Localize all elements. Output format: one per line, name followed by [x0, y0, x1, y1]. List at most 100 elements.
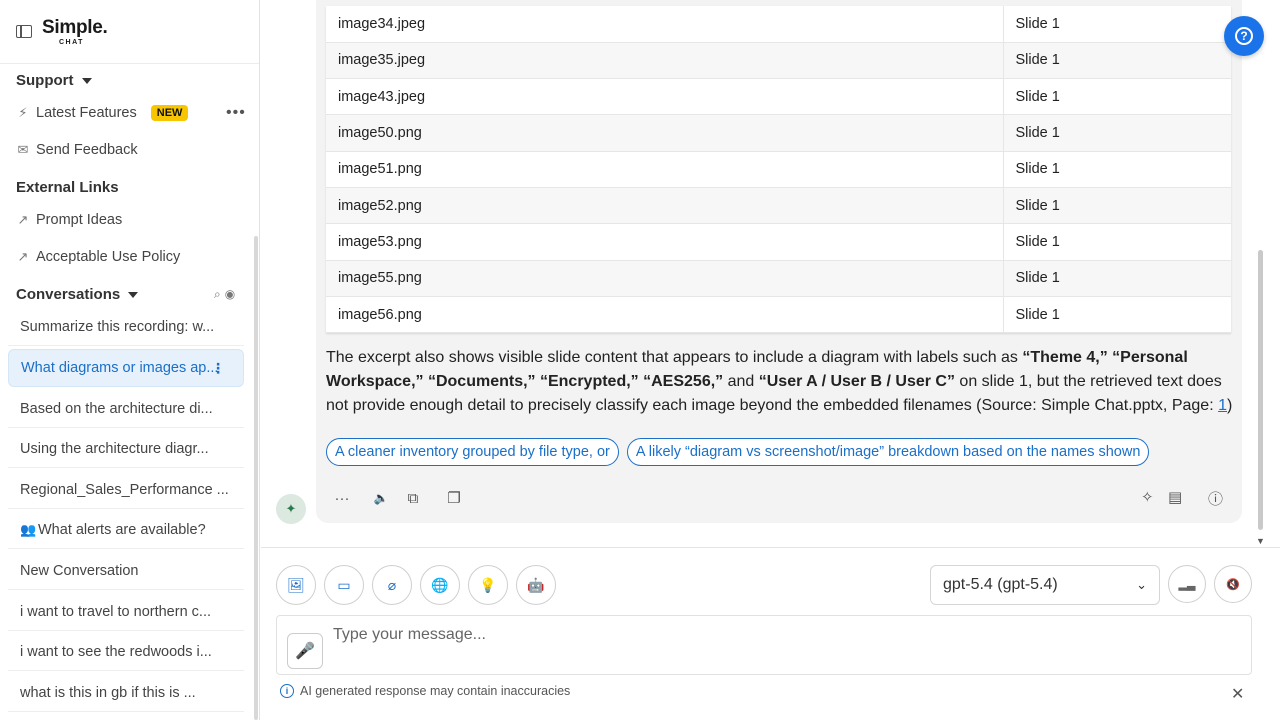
- sparkle-icon[interactable]: ✧: [1141, 488, 1154, 506]
- image-upload-button[interactable]: 🖼: [276, 565, 316, 605]
- web-search-button[interactable]: 🌐: [420, 565, 460, 605]
- conversation-item[interactable]: what is this in gb if this is ...: [8, 674, 244, 712]
- external-links-title: External Links: [16, 179, 119, 196]
- table-cell-slide: Slide 1: [1002, 78, 1231, 116]
- main-panel: image34.jpeg Slide 1 image35.jpeg Slide 1 …: [261, 0, 1280, 720]
- sidebar-header: Simple. CHAT: [0, 0, 259, 64]
- lightbulb-icon: 💡: [479, 576, 497, 593]
- conversation-item[interactable]: 👥 What alerts are available?: [8, 511, 244, 549]
- model-select-value: gpt-5.4 (gpt-5.4): [943, 576, 1058, 593]
- logo-main-text: Simple.: [42, 16, 108, 38]
- search-icon[interactable]: ⌕: [214, 287, 221, 302]
- info-icon[interactable]: ⓘ: [1208, 488, 1223, 509]
- table-cell-slide: Slide 1: [1002, 260, 1231, 297]
- assistant-avatar-icon: ✦: [276, 494, 306, 524]
- globe-icon: 🌐: [431, 576, 449, 593]
- close-icon[interactable]: ✕: [1231, 684, 1244, 704]
- prompt-ideas-link[interactable]: ↗ Prompt Ideas: [16, 212, 123, 228]
- suggestion-chip[interactable]: A cleaner inventory grouped by file type…: [326, 438, 619, 466]
- more-options-icon[interactable]: •••: [226, 104, 246, 122]
- message-paragraph: The excerpt also shows visible slide con…: [326, 346, 1236, 418]
- copy-icon[interactable]: ⧉: [403, 488, 423, 508]
- app-logo[interactable]: Simple. CHAT: [42, 16, 108, 46]
- attach-file-button[interactable]: ⌀: [372, 565, 412, 605]
- message-input[interactable]: 🎤 Type your message...: [276, 615, 1252, 675]
- table-cell-slide: Slide 1: [1002, 151, 1231, 188]
- table-cell-filename: image51.png: [326, 151, 1003, 188]
- robot-icon: 🤖: [527, 576, 545, 593]
- info-icon: i: [280, 684, 294, 698]
- sidebar: Simple. CHAT Support ⚡ Latest Features N…: [0, 0, 260, 720]
- main-scrollbar[interactable]: [1258, 250, 1263, 530]
- table-row: image53.png Slide 1: [326, 223, 1231, 261]
- send-feedback-link[interactable]: ✉ Send Feedback: [16, 142, 138, 158]
- logo-sub-text: CHAT: [59, 38, 84, 46]
- external-links-label: External Links: [16, 179, 119, 196]
- voice-level-button[interactable]: ▂▃: [1168, 565, 1206, 603]
- disclaimer-text: AI generated response may contain inaccu…: [300, 684, 571, 698]
- question-icon: ?: [1235, 27, 1253, 45]
- agent-button[interactable]: 🤖: [516, 565, 556, 605]
- eye-icon[interactable]: ◉: [225, 287, 235, 302]
- audio-level-icon: ▂▃: [1178, 578, 1196, 591]
- table-cell-slide: Slide 1: [1002, 187, 1231, 225]
- conversation-tools: ⌕ ◉: [214, 287, 235, 302]
- conversations-section-toggle[interactable]: Conversations: [16, 286, 139, 303]
- table-cell-filename: image56.png: [326, 296, 1003, 334]
- prompt-ideas-label: Prompt Ideas: [36, 212, 123, 228]
- conversation-item[interactable]: Based on the architecture di...: [8, 390, 244, 428]
- microphone-button[interactable]: 🎤: [287, 633, 323, 669]
- support-title: Support: [16, 72, 74, 89]
- latest-features-link[interactable]: ⚡ Latest Features NEW: [16, 105, 189, 121]
- document-icon: ▭: [337, 576, 351, 593]
- kebab-menu-icon[interactable]: ⋮: [211, 360, 225, 377]
- table-cell-filename: image52.png: [326, 187, 1003, 225]
- table-row: image52.png Slide 1: [326, 187, 1231, 225]
- table-row: image34.jpeg Slide 1: [326, 6, 1231, 43]
- conversation-item[interactable]: i want to see the redwoods i...: [8, 633, 244, 671]
- conversation-item[interactable]: Regional_Sales_Performance ...: [8, 471, 244, 509]
- table-row: image35.jpeg Slide 1: [326, 42, 1231, 80]
- acceptable-use-link[interactable]: ↗ Acceptable Use Policy: [16, 249, 181, 265]
- speaker-icon[interactable]: 🔈: [371, 488, 391, 508]
- more-actions-icon[interactable]: ···: [332, 488, 352, 508]
- lightning-icon: ⚡: [18, 105, 28, 120]
- conversation-title: What alerts are available?: [38, 521, 206, 538]
- conversation-item-active[interactable]: What diagrams or images ap... ⋮: [8, 349, 244, 387]
- conversation-title: What diagrams or images ap...: [21, 360, 219, 376]
- suggestion-chips: A cleaner inventory grouped by file type…: [326, 438, 1150, 466]
- table-cell-filename: image35.jpeg: [326, 42, 1003, 80]
- acceptable-use-label: Acceptable Use Policy: [36, 249, 181, 265]
- suggestion-chip[interactable]: A likely “diagram vs screenshot/image” b…: [626, 438, 1150, 466]
- prompt-ideas-button[interactable]: 💡: [468, 565, 508, 605]
- send-feedback-label: Send Feedback: [36, 142, 138, 158]
- table-cell-filename: image43.jpeg: [326, 78, 1003, 116]
- users-icon: 👥: [20, 521, 37, 537]
- conversation-item[interactable]: i want to travel to northern c...: [8, 593, 244, 631]
- conversation-item[interactable]: Summarize this recording: w...: [8, 308, 244, 346]
- chevron-down-icon: ⌄: [1136, 577, 1147, 592]
- mute-button[interactable]: 🔇: [1214, 565, 1252, 603]
- envelope-icon: ✉: [17, 142, 29, 157]
- conversations-title: Conversations: [16, 286, 121, 303]
- message-text: ): [1226, 397, 1233, 414]
- conversation-item[interactable]: New Conversation: [8, 552, 244, 590]
- sidebar-toggle-icon[interactable]: [16, 25, 32, 38]
- table-row: image50.png Slide 1: [326, 114, 1231, 152]
- copy-formatted-icon[interactable]: ❐: [444, 488, 464, 508]
- help-button[interactable]: ?: [1224, 16, 1264, 56]
- conversation-title: i want to travel to northern c...: [20, 603, 212, 620]
- source-page-link[interactable]: 1: [1218, 397, 1227, 414]
- document-button[interactable]: ▭: [324, 565, 364, 605]
- message-bold-text: “User A / User B / User C”: [758, 373, 955, 390]
- sidebar-scrollbar[interactable]: [254, 236, 258, 720]
- table-cell-filename: image50.png: [326, 114, 1003, 152]
- scroll-down-arrow-icon[interactable]: ▼: [1256, 536, 1265, 546]
- new-badge: NEW: [150, 105, 189, 121]
- model-select[interactable]: gpt-5.4 (gpt-5.4) ⌄: [930, 565, 1160, 605]
- caret-down-icon: [81, 77, 92, 84]
- document-icon[interactable]: ▤: [1168, 488, 1182, 506]
- support-section-toggle[interactable]: Support: [16, 72, 92, 89]
- conversation-title: i want to see the redwoods i...: [20, 643, 212, 660]
- conversation-item[interactable]: Using the architecture diagr...: [8, 430, 244, 468]
